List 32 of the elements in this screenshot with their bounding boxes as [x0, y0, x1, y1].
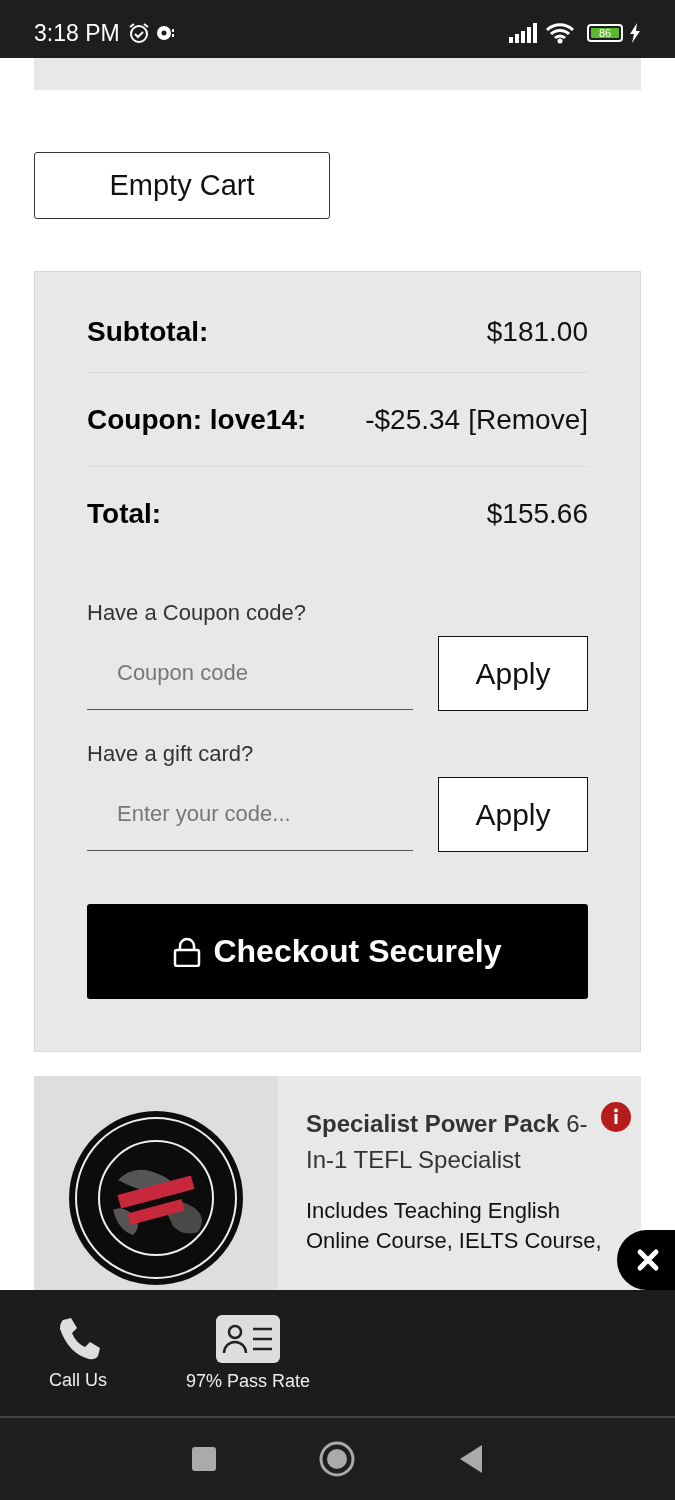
coupon-label: Have a Coupon code?	[87, 600, 307, 626]
home-button[interactable]	[319, 1441, 356, 1477]
signal-icon	[509, 23, 539, 43]
coupon-input-field[interactable]: Coupon code	[87, 636, 413, 710]
product-title: Specialist Power Pack 6-In-1 TEFL Specialist	[306, 1109, 589, 1175]
gift-card-input-field[interactable]: Enter your code...	[87, 777, 413, 851]
remove-coupon-link[interactable]: [Remove]	[468, 403, 588, 436]
empty-cart-button[interactable]: Empty Cart	[34, 152, 330, 219]
total-value: $181.00	[486, 316, 588, 348]
apply-gift-card-button[interactable]: Apply	[438, 777, 588, 852]
bottom-bar-item[interactable]: Call Us	[34, 1290, 122, 1416]
checkout-button[interactable]: Checkout Securely	[87, 904, 588, 999]
apply-coupon-button[interactable]: Apply	[438, 636, 588, 711]
info-icon[interactable]	[601, 1102, 631, 1132]
total-label: Total:	[87, 497, 162, 530]
total-label: Subtotal:	[87, 316, 209, 348]
notification-icon	[155, 24, 176, 42]
status-time: 3:18 PM	[34, 19, 120, 47]
total-label: Coupon: love14:	[87, 403, 307, 436]
total-value: -$25.34	[365, 403, 461, 436]
total-value: $155.66	[486, 497, 588, 530]
id-card-icon	[216, 1314, 280, 1363]
charging-icon	[629, 23, 641, 43]
lock-icon	[173, 936, 202, 967]
gift-card-label: Have a gift card?	[87, 741, 255, 767]
alarm-clock-icon	[127, 22, 150, 44]
recents-button[interactable]	[191, 1446, 218, 1472]
battery-level: 86	[591, 28, 619, 38]
bottom-bar-item[interactable]: 97% Pass Rate	[168, 1290, 328, 1416]
wifi-icon	[545, 22, 575, 44]
close-icon	[636, 1248, 660, 1272]
product-description: Includes Teaching English Online Course, IELTS Course,	[306, 1197, 603, 1255]
